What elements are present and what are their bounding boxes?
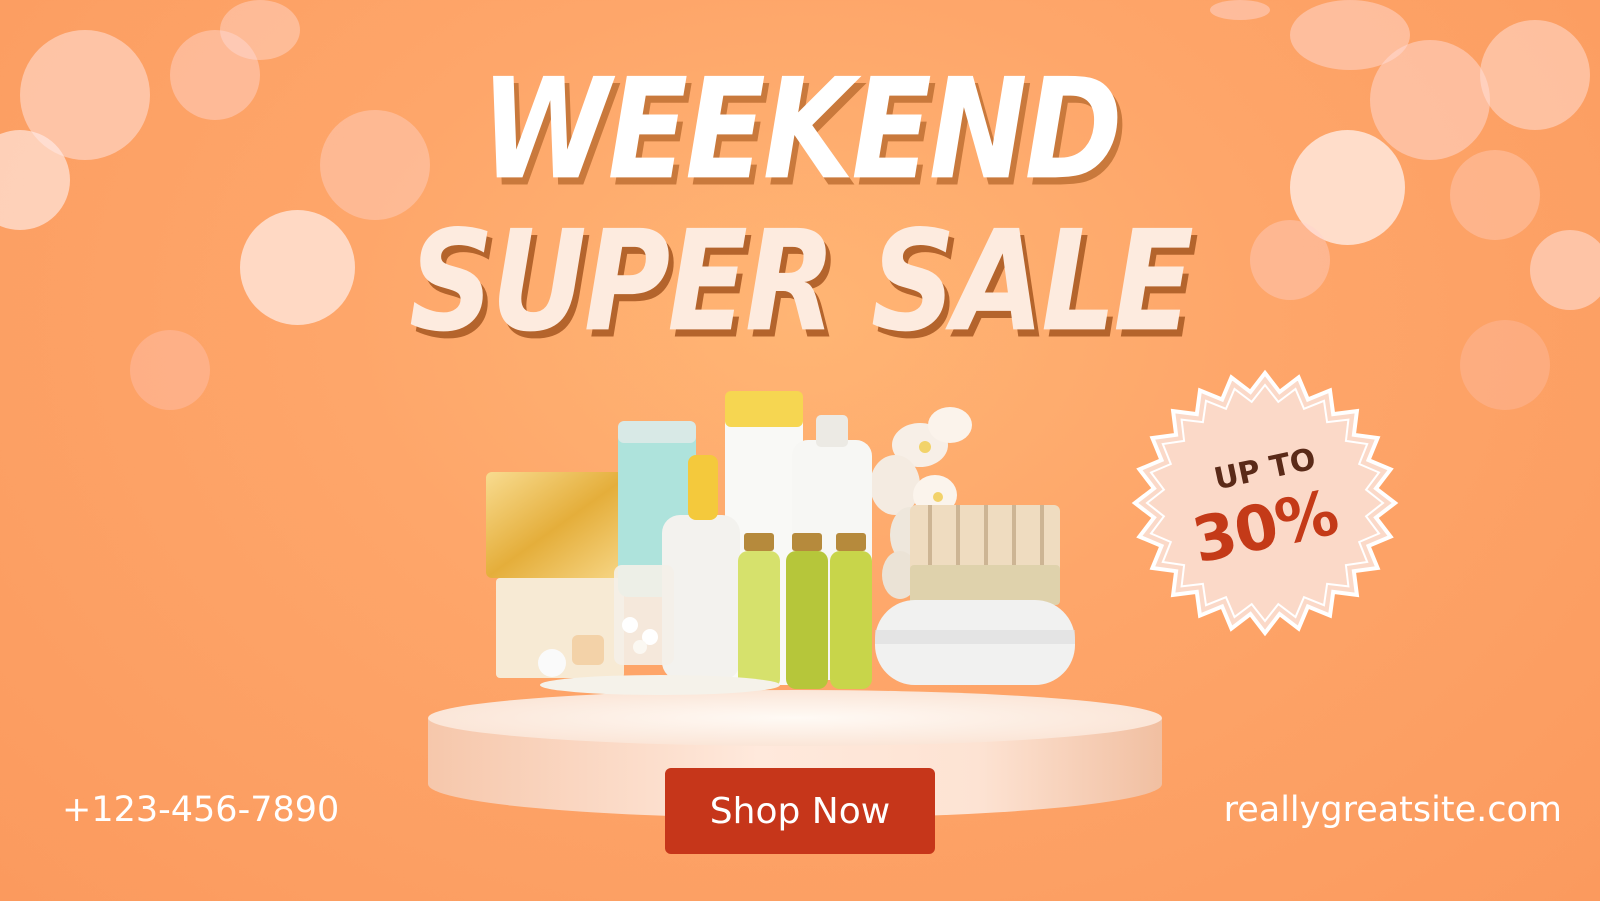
headline-super-sale: SUPER SALE	[409, 199, 1194, 363]
phone-number: +123-456-7890	[62, 790, 340, 830]
shop-now-button[interactable]: Shop Now	[665, 768, 935, 854]
website-link[interactable]: reallygreatsite.com	[1224, 790, 1562, 830]
headline-weekend: WEEKEND	[480, 47, 1122, 211]
spa-products-image	[486, 391, 1075, 695]
